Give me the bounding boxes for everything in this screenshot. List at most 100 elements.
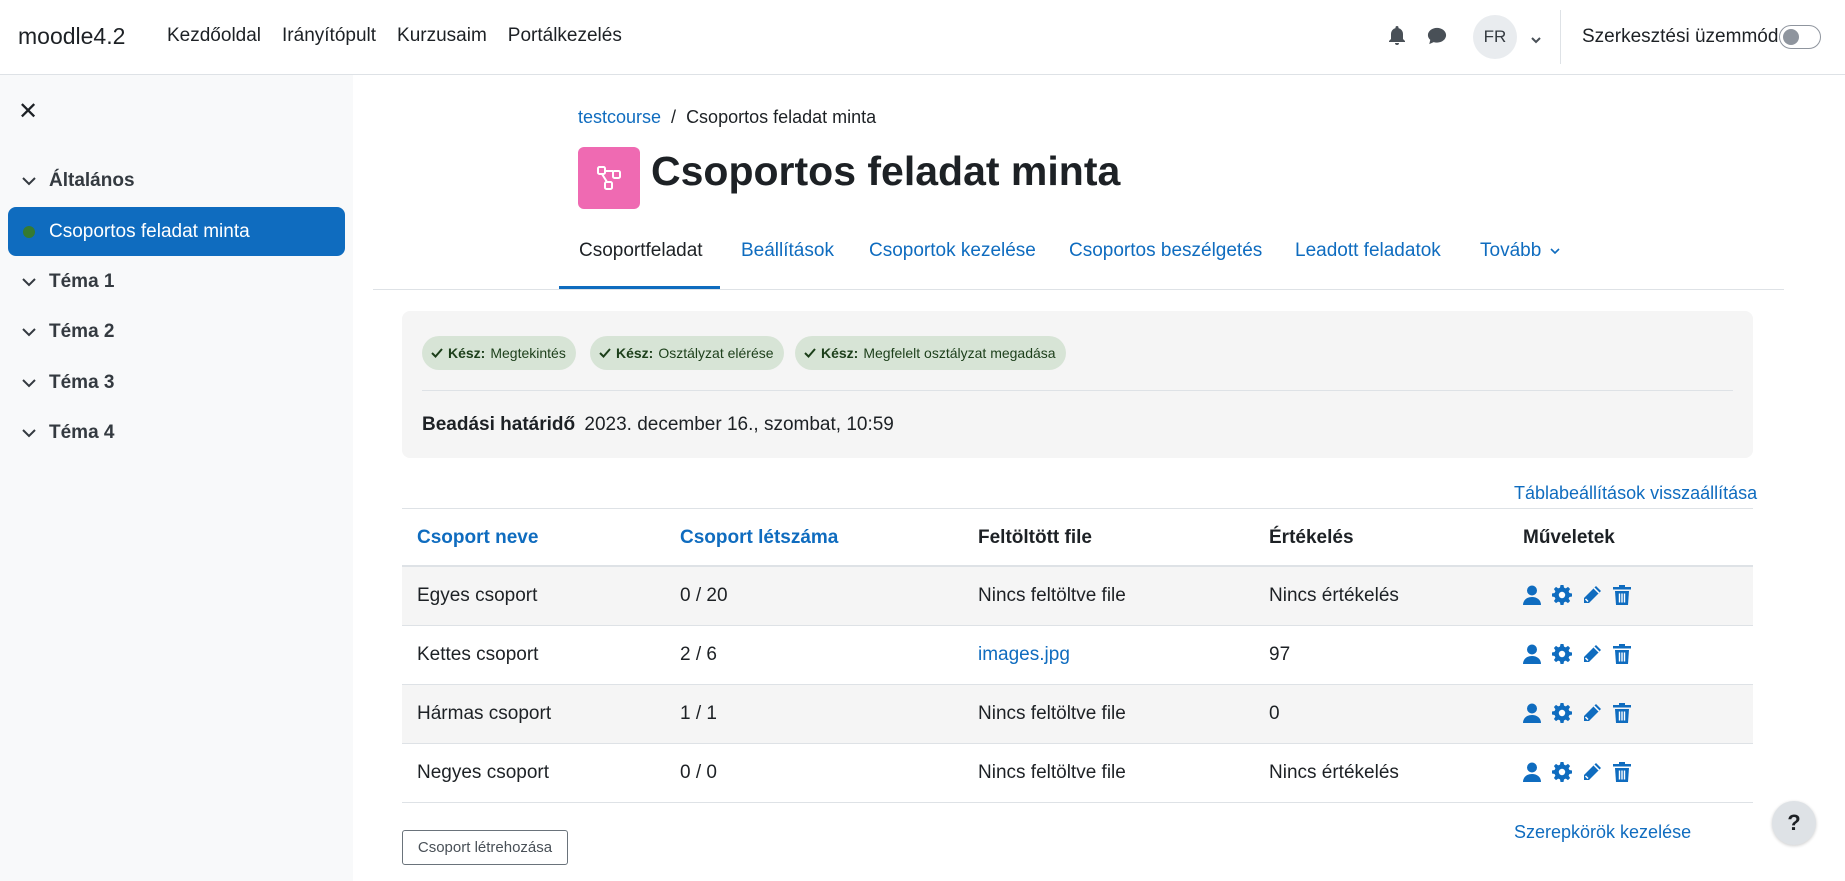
page-title: Csoportos feladat minta (651, 148, 1121, 194)
column-header-group-name[interactable]: Csoport neve (417, 527, 538, 549)
completion-status: Kész: (616, 345, 654, 361)
section-general[interactable]: Általános (22, 170, 135, 192)
completion-badge-receive-grade: Kész: Osztályzat elérése (590, 336, 784, 370)
course-index-drawer: ✕ Általános Csoportos feladat minta Téma… (0, 75, 353, 881)
members-user-icon[interactable] (1521, 584, 1543, 606)
messages-chat-icon[interactable] (1427, 26, 1447, 46)
row-actions (1521, 584, 1633, 606)
row-actions (1521, 761, 1633, 783)
section-topic-3[interactable]: Téma 3 (22, 372, 114, 394)
breadcrumb-course-link[interactable]: testcourse (578, 107, 661, 128)
toggle-knob (1783, 29, 1799, 45)
edit-pencil-icon[interactable] (1581, 643, 1603, 665)
completion-status: Kész: (821, 345, 859, 361)
delete-trash-icon[interactable] (1611, 643, 1633, 665)
row-actions (1521, 702, 1633, 724)
primary-navigation: Kezdőoldal Irányítópult Kurzusaim Portál… (167, 25, 643, 47)
reset-table-preferences-link[interactable]: Táblabeállítások visszaállítása (1514, 483, 1757, 504)
tab-manage-groups[interactable]: Csoportok kezelése (869, 240, 1036, 262)
navbar-divider (1560, 10, 1561, 64)
tab-more[interactable]: Tovább (1480, 240, 1560, 262)
cell-grade: 97 (1269, 644, 1291, 665)
table-row: Kettes csoport 2 / 6 images.jpg 97 (402, 626, 1753, 685)
check-icon (804, 345, 816, 361)
members-user-icon[interactable] (1521, 702, 1543, 724)
settings-gear-icon[interactable] (1551, 702, 1573, 724)
chevron-down-icon[interactable] (22, 422, 38, 444)
completion-label: Megtekintés (490, 345, 566, 361)
edit-mode-label: Szerkesztési üzemmód (1582, 26, 1779, 47)
group-assignment-module-icon (578, 147, 640, 209)
members-user-icon[interactable] (1521, 643, 1543, 665)
completion-status: Kész: (448, 345, 486, 361)
cell-group-name: Negyes csoport (417, 762, 550, 783)
chevron-down-icon[interactable] (22, 372, 38, 394)
completion-badge-view: Kész: Megtekintés (422, 336, 576, 370)
delete-trash-icon[interactable] (1611, 702, 1633, 724)
settings-gear-icon[interactable] (1551, 643, 1573, 665)
column-header-actions: Műveletek (1523, 527, 1615, 548)
cell-uploaded-file: Nincs feltöltve file (978, 585, 1126, 606)
chevron-down-icon[interactable] (22, 271, 38, 293)
nav-link-site-admin[interactable]: Portálkezelés (508, 25, 622, 47)
settings-gear-icon[interactable] (1551, 584, 1573, 606)
nav-link-dashboard[interactable]: Irányítópult (282, 25, 376, 47)
drawer-item-label: Csoportos feladat minta (49, 220, 250, 242)
edit-mode-toggle[interactable] (1779, 25, 1821, 49)
members-user-icon[interactable] (1521, 761, 1543, 783)
settings-gear-icon[interactable] (1551, 761, 1573, 783)
edit-pencil-icon[interactable] (1581, 584, 1603, 606)
column-header-group-size[interactable]: Csoport létszáma (680, 527, 838, 549)
delete-trash-icon[interactable] (1611, 584, 1633, 606)
check-icon (431, 345, 443, 361)
tab-group-assignment[interactable]: Csoportfeladat (579, 240, 703, 262)
user-avatar[interactable]: FR (1473, 15, 1517, 59)
section-label: Téma 2 (49, 321, 115, 342)
section-topic-4[interactable]: Téma 4 (22, 422, 114, 444)
cell-group-name: Kettes csoport (417, 644, 539, 665)
drawer-item-active-activity[interactable]: Csoportos feladat minta (8, 207, 345, 256)
table-row: Hármas csoport 1 / 1 Nincs feltöltve fil… (402, 685, 1753, 744)
due-date-label: Beadási határidő (422, 414, 576, 435)
table-header: Csoport neve Csoport létszáma Feltöltött… (402, 508, 1753, 567)
nav-link-home[interactable]: Kezdőoldal (167, 25, 261, 47)
help-question-icon[interactable]: ? (1772, 801, 1816, 845)
tab-group-discussion[interactable]: Csoportos beszélgetés (1069, 240, 1262, 262)
uploaded-file-link[interactable]: images.jpg (978, 644, 1070, 666)
cell-group-size: 0 / 0 (680, 762, 717, 783)
column-header-uploaded-file: Feltöltött file (978, 527, 1092, 548)
manage-roles-link[interactable]: Szerepkörök kezelése (1514, 822, 1691, 843)
completion-status-dot (23, 225, 35, 238)
cell-uploaded-file: Nincs feltöltve file (978, 703, 1126, 724)
section-label: Téma 1 (49, 271, 115, 292)
breadcrumb-current: Csoportos feladat minta (686, 107, 877, 127)
close-drawer-icon[interactable]: ✕ (18, 97, 38, 126)
completion-badge-passing-grade: Kész: Megfelelt osztályzat megadása (795, 336, 1066, 370)
cell-uploaded-file: Nincs feltöltve file (978, 762, 1126, 783)
user-menu-chevron-down-icon[interactable] (1526, 30, 1546, 50)
cell-group-name: Hármas csoport (417, 703, 552, 724)
notifications-bell-icon[interactable] (1387, 26, 1407, 46)
section-topic-2[interactable]: Téma 2 (22, 321, 114, 343)
chevron-down-icon[interactable] (22, 321, 38, 343)
tab-settings[interactable]: Beállítások (741, 240, 834, 262)
check-icon (599, 345, 611, 361)
site-brand[interactable]: moodle4.2 (18, 23, 125, 50)
nav-link-my-courses[interactable]: Kurzusaim (397, 25, 487, 47)
breadcrumb: testcourse / Csoportos feladat minta (578, 107, 876, 128)
edit-pencil-icon[interactable] (1581, 761, 1603, 783)
tab-submissions[interactable]: Leadott feladatok (1295, 240, 1441, 262)
delete-trash-icon[interactable] (1611, 761, 1633, 783)
cell-group-name: Egyes csoport (417, 585, 538, 606)
table-row: Egyes csoport 0 / 20 Nincs feltöltve fil… (402, 567, 1753, 626)
edit-pencil-icon[interactable] (1581, 702, 1603, 724)
create-group-button[interactable]: Csoport létrehozása (402, 830, 568, 865)
cell-group-size: 1 / 1 (680, 703, 717, 724)
groups-table: Csoport neve Csoport létszáma Feltöltött… (402, 508, 1753, 803)
section-label: Általános (49, 170, 135, 191)
completion-label: Osztályzat elérése (658, 345, 774, 361)
chevron-down-icon[interactable] (22, 170, 38, 192)
due-date: Beadási határidő 2023. december 16., szo… (422, 414, 894, 436)
section-topic-1[interactable]: Téma 1 (22, 271, 114, 293)
active-tab-underline (559, 286, 720, 289)
